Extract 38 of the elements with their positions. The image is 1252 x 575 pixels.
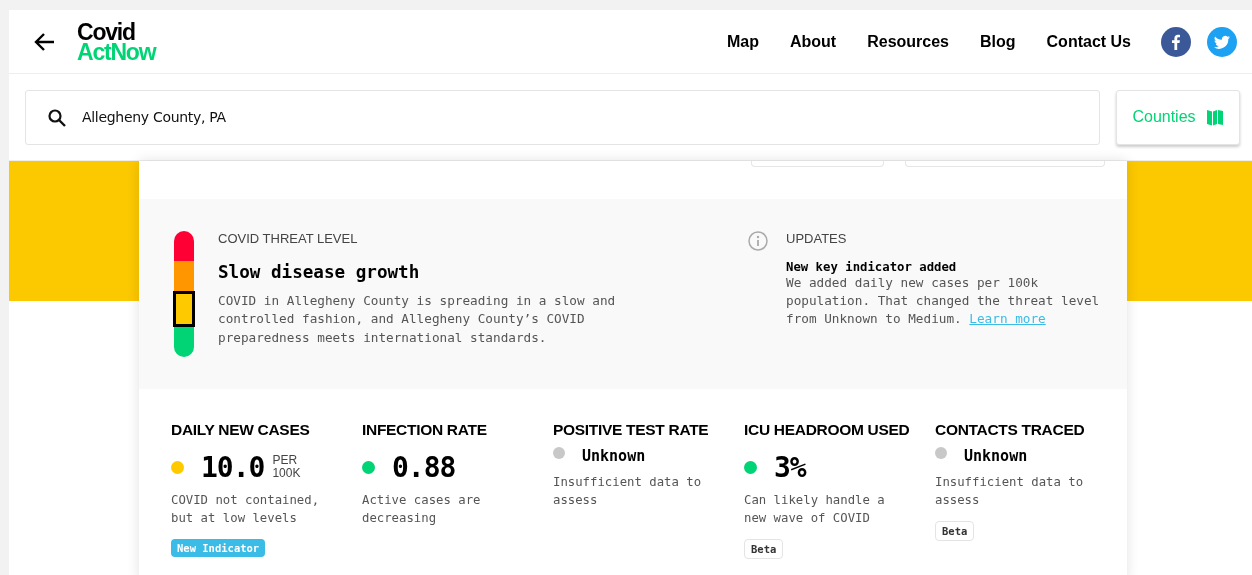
beta-badge: Beta — [744, 539, 784, 559]
metric-value: 0.88 — [392, 450, 456, 484]
metric-description: COVID not contained, but at low levels — [171, 492, 321, 527]
back-arrow-icon[interactable] — [33, 31, 55, 52]
metric-value: 3% — [774, 450, 806, 484]
metric-value: Unknown — [964, 447, 1028, 465]
metric-title: DAILY NEW CASES — [171, 421, 310, 439]
nav-link[interactable]: Contact Us — [1046, 32, 1131, 51]
threat-description: COVID in Allegheny County is spreading in a slow and controlled fashion, and Allegheny County’s COVID preparedness meets international standards. — [218, 292, 617, 347]
metric-value: 10.0 — [201, 450, 265, 484]
metric-unit: PER 100K — [272, 454, 302, 480]
metric-title: INFECTION RATE — [362, 421, 487, 439]
facebook-icon[interactable] — [1161, 26, 1191, 57]
nav-link[interactable]: Resources — [867, 32, 949, 51]
new-indicator-badge: New Indicator — [171, 539, 266, 557]
metric-description: Insufficient data to assess — [553, 474, 703, 509]
map-icon — [1205, 108, 1224, 126]
search-field[interactable]: Allegheny County, PA — [25, 89, 1100, 145]
update-title: New key indicator added — [786, 260, 958, 274]
logo-text[interactable]: Covid — [77, 21, 156, 42]
info-icon — [748, 231, 768, 251]
threat-title: Slow disease growth — [218, 262, 421, 282]
nav-link[interactable]: About — [789, 32, 837, 51]
metric-title: ICU HEADROOM USED — [744, 421, 910, 439]
nav-link[interactable]: Blog — [980, 32, 1016, 51]
update-text: We added daily new cases per 100k population. That changed the threat level from Unknown to Medium. Learn more — [786, 274, 1101, 329]
metric-description: Insufficient data to assess — [935, 474, 1085, 509]
metric-value: Unknown — [582, 447, 646, 465]
section-heading: COVID THREAT LEVEL — [218, 231, 359, 246]
metric-description: Active cases are decreasing — [362, 492, 482, 527]
beta-badge: Beta — [935, 521, 975, 541]
section-heading: UPDATES — [786, 231, 848, 246]
metric-title: CONTACTS TRACED — [935, 421, 1085, 439]
twitter-icon[interactable] — [1207, 26, 1237, 57]
metric-description: Can likely handle a new wave of COVID — [744, 492, 886, 527]
search-icon — [47, 107, 67, 128]
nav-link[interactable]: Map — [726, 32, 759, 51]
metric-title: POSITIVE TEST RATE — [553, 421, 709, 439]
